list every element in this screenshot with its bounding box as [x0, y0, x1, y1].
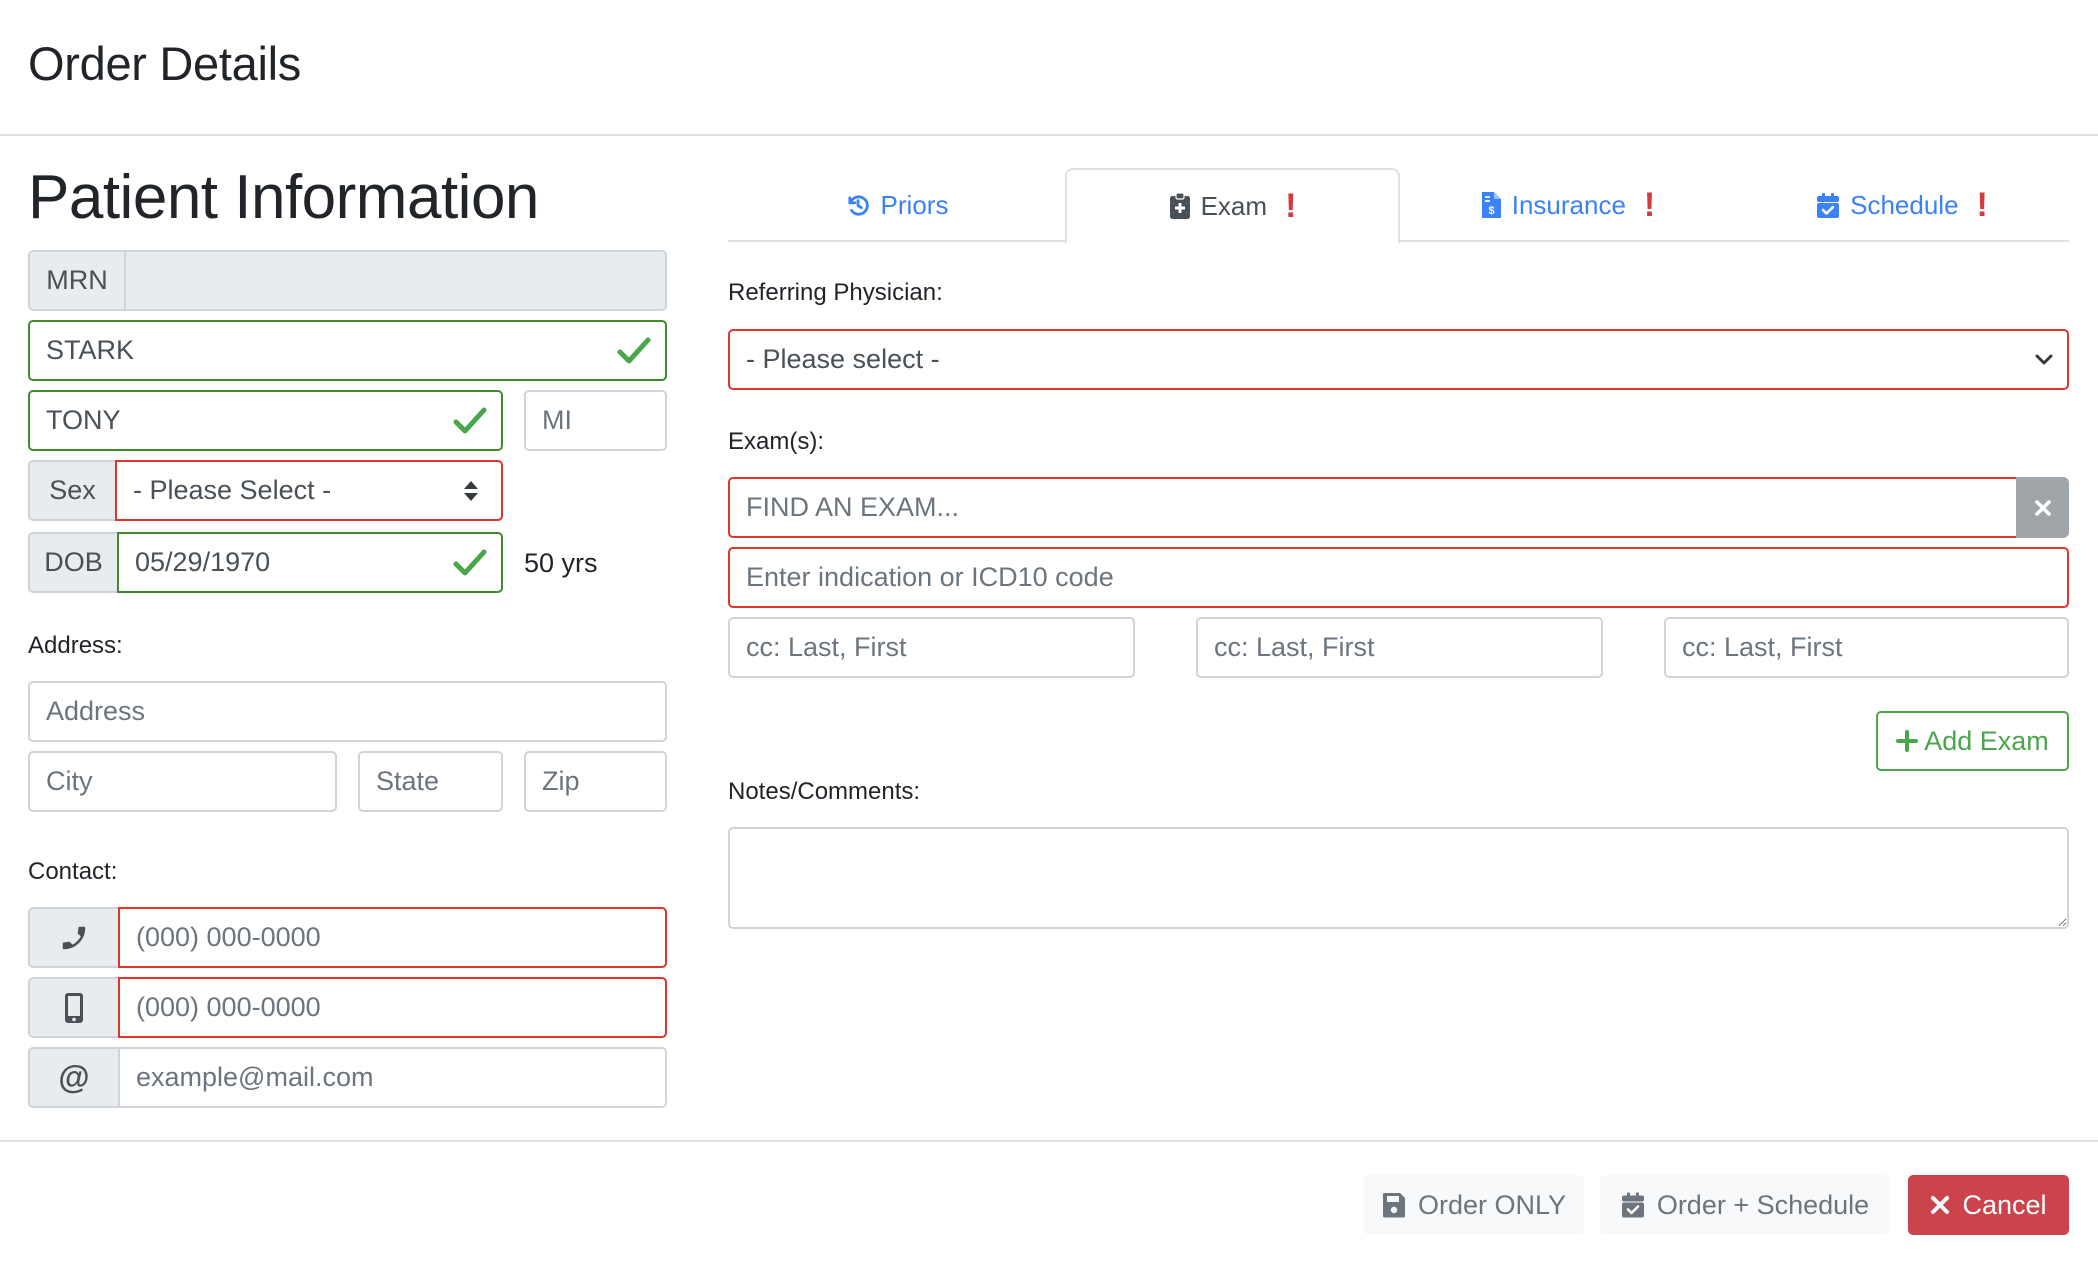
- add-exam-label: Add Exam: [1924, 725, 2049, 756]
- contact-label: Contact:: [28, 858, 118, 885]
- order-schedule-label: Order + Schedule: [1656, 1189, 1870, 1220]
- notes-textarea[interactable]: [728, 827, 2069, 929]
- first-name-field[interactable]: TONY: [28, 390, 503, 451]
- email-group: @ example@mail.com: [28, 1047, 667, 1108]
- tab-priors-label: Priors: [880, 189, 949, 220]
- address-placeholder: Address: [46, 696, 146, 726]
- city-placeholder: City: [46, 766, 93, 796]
- dob-label: DOB: [28, 532, 117, 593]
- order-tabs: Priors Exam ! $ Insurance ! Schedule !: [728, 168, 2069, 244]
- state-field[interactable]: State: [358, 751, 503, 812]
- sex-group: Sex - Please Select -: [28, 460, 503, 521]
- dob-group: DOB 05/29/1970: [28, 532, 503, 593]
- phone-placeholder: (000) 000-0000: [136, 922, 321, 952]
- email-placeholder: example@mail.com: [136, 1062, 374, 1092]
- tab-insurance-label: Insurance: [1511, 189, 1626, 220]
- mobile-addon: [28, 977, 118, 1038]
- history-icon: [848, 195, 869, 216]
- indication-placeholder: Enter indication or ICD10 code: [746, 562, 1114, 592]
- phone-group: (000) 000-0000: [28, 907, 667, 968]
- close-icon: [2034, 499, 2051, 516]
- cc-placeholder: cc: Last, First: [1214, 632, 1375, 662]
- chevron-down-icon: [2035, 354, 2053, 364]
- invoice-dollar-icon: $: [1481, 192, 1501, 218]
- tab-schedule[interactable]: Schedule !: [1735, 168, 2069, 242]
- clear-exam-button[interactable]: [2016, 477, 2069, 538]
- tab-exam[interactable]: Exam !: [1065, 168, 1400, 244]
- mobile-placeholder: (000) 000-0000: [136, 992, 321, 1022]
- tab-schedule-label: Schedule: [1850, 189, 1959, 220]
- alert-exclamation-icon: !: [1285, 187, 1297, 225]
- cc-input-3[interactable]: cc: Last, First: [1664, 617, 2069, 678]
- referring-physician-selected: - Please select -: [746, 344, 940, 374]
- close-icon: [1931, 1196, 1950, 1214]
- valid-check-icon: [617, 337, 651, 363]
- header-divider: [0, 134, 2098, 136]
- middle-initial-field[interactable]: MI: [524, 390, 667, 451]
- last-name-field[interactable]: STARK: [28, 320, 667, 381]
- age-display: 50 yrs: [524, 548, 598, 578]
- city-field[interactable]: City: [28, 751, 337, 812]
- alert-exclamation-icon: !: [1643, 186, 1656, 224]
- referring-physician-label: Referring Physician:: [728, 279, 943, 306]
- indication-input[interactable]: Enter indication or ICD10 code: [728, 547, 2069, 608]
- cc-placeholder: cc: Last, First: [1682, 632, 1843, 662]
- mobile-field[interactable]: (000) 000-0000: [118, 977, 667, 1038]
- exams-label: Exam(s):: [728, 428, 824, 455]
- mrn-group: MRN: [28, 250, 667, 311]
- at-sign-icon: @: [58, 1059, 90, 1095]
- state-placeholder: State: [376, 766, 440, 796]
- tab-priors[interactable]: Priors: [728, 168, 1065, 242]
- zip-field[interactable]: Zip: [524, 751, 667, 812]
- last-name-value: STARK: [46, 335, 135, 365]
- plus-icon: [1896, 730, 1919, 752]
- mrn-field[interactable]: [124, 250, 667, 311]
- modal-title: Order Details: [28, 37, 301, 90]
- mrn-label: MRN: [28, 250, 124, 311]
- cancel-label: Cancel: [1962, 1189, 2047, 1220]
- tab-exam-label: Exam: [1200, 190, 1268, 221]
- mobile-phone-icon: [65, 992, 83, 1023]
- order-schedule-button[interactable]: Order + Schedule: [1600, 1175, 1890, 1235]
- select-updown-icon: [464, 480, 478, 501]
- save-icon: [1382, 1193, 1405, 1218]
- sex-select[interactable]: - Please Select -: [115, 460, 503, 521]
- email-addon: @: [28, 1047, 118, 1108]
- mobile-group: (000) 000-0000: [28, 977, 667, 1038]
- valid-check-icon: [453, 549, 487, 575]
- dob-field[interactable]: 05/29/1970: [117, 532, 503, 593]
- middle-initial-placeholder: MI: [542, 405, 572, 435]
- order-only-label: Order ONLY: [1417, 1189, 1567, 1220]
- tab-insurance[interactable]: $ Insurance !: [1400, 168, 1735, 242]
- add-exam-button[interactable]: Add Exam: [1876, 711, 2069, 771]
- cc-placeholder: cc: Last, First: [746, 632, 907, 662]
- zip-placeholder: Zip: [542, 766, 580, 796]
- order-only-button[interactable]: Order ONLY: [1364, 1175, 1584, 1235]
- valid-check-icon: [453, 407, 487, 433]
- first-name-value: TONY: [46, 405, 121, 435]
- find-exam-input[interactable]: FIND AN EXAM...: [728, 477, 2018, 538]
- cancel-button[interactable]: Cancel: [1908, 1175, 2069, 1235]
- footer-divider: [0, 1140, 2098, 1142]
- calendar-check-icon: [1621, 1192, 1644, 1218]
- clipboard-medical-icon: [1169, 192, 1190, 219]
- find-exam-placeholder: FIND AN EXAM...: [746, 492, 960, 522]
- phone-icon: [62, 926, 86, 949]
- referring-physician-select[interactable]: - Please select -: [728, 329, 2069, 390]
- svg-text:$: $: [1488, 205, 1494, 217]
- sex-label: Sex: [28, 460, 115, 521]
- cc-input-2[interactable]: cc: Last, First: [1196, 617, 1603, 678]
- address-label: Address:: [28, 632, 123, 659]
- email-field[interactable]: example@mail.com: [118, 1047, 667, 1108]
- dob-value: 05/29/1970: [135, 547, 271, 577]
- alert-exclamation-icon: !: [1976, 186, 1988, 224]
- phone-field[interactable]: (000) 000-0000: [118, 907, 667, 968]
- phone-addon: [28, 907, 118, 968]
- notes-label: Notes/Comments:: [728, 778, 921, 805]
- calendar-check-icon: [1817, 192, 1840, 218]
- section-title-patient-information: Patient Information: [28, 163, 539, 232]
- address-field[interactable]: Address: [28, 681, 667, 742]
- cc-input-1[interactable]: cc: Last, First: [728, 617, 1135, 678]
- sex-selected-value: - Please Select -: [133, 475, 332, 505]
